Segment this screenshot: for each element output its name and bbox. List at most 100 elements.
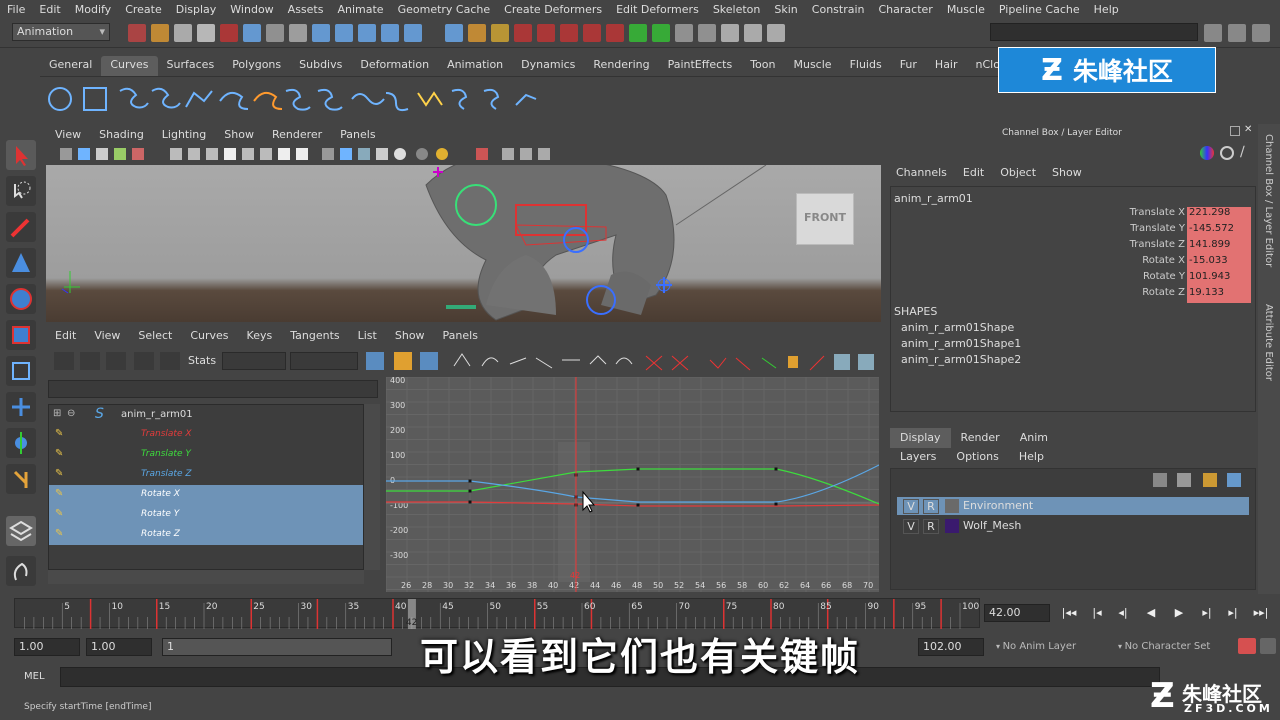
play-backward-icon[interactable]: ◀ bbox=[1140, 604, 1162, 622]
status-tool-21-icon[interactable] bbox=[606, 24, 624, 42]
status-tool-13-icon[interactable] bbox=[404, 24, 422, 42]
outliner-channel-row[interactable]: ✎ Rotate Z bbox=[49, 525, 363, 545]
move-tool-icon[interactable] bbox=[6, 248, 36, 278]
outliner-vscrollbar[interactable] bbox=[364, 404, 380, 570]
start-time-field[interactable]: 1.00 bbox=[14, 638, 80, 656]
menu-edit[interactable]: Edit bbox=[32, 3, 67, 16]
shelf-tab-deformation[interactable]: Deformation bbox=[351, 56, 438, 76]
status-tool-23-icon[interactable] bbox=[652, 24, 670, 42]
panel-toggle-3-icon[interactable] bbox=[1252, 24, 1270, 42]
viewport-menu-shading[interactable]: Shading bbox=[90, 128, 153, 144]
layer-visibility-toggle[interactable]: V bbox=[903, 499, 919, 514]
status-tool-17-icon[interactable] bbox=[514, 24, 532, 42]
menu-create-deformers[interactable]: Create Deformers bbox=[497, 3, 609, 16]
status-tool-9-icon[interactable] bbox=[312, 24, 330, 42]
viewcube[interactable]: FRONT bbox=[796, 193, 854, 245]
step-forward-key-icon[interactable]: ▸| bbox=[1222, 604, 1244, 622]
attribute-value[interactable]: -145.572 bbox=[1187, 223, 1251, 239]
shelf-tab-muscle[interactable]: Muscle bbox=[784, 56, 840, 76]
outliner-layout-icon[interactable] bbox=[6, 556, 36, 586]
auto-key-icon[interactable] bbox=[1238, 638, 1256, 654]
status-tool-22-icon[interactable] bbox=[629, 24, 647, 42]
layer-color-swatch[interactable] bbox=[945, 519, 959, 533]
shelf-tab-painteffects[interactable]: PaintEffects bbox=[659, 56, 742, 76]
graph-menu-keys[interactable]: Keys bbox=[238, 329, 282, 345]
status-tool-18-icon[interactable] bbox=[537, 24, 555, 42]
shelf-tab-fluids[interactable]: Fluids bbox=[841, 56, 891, 76]
status-tool-10-icon[interactable] bbox=[335, 24, 353, 42]
menu-skin[interactable]: Skin bbox=[767, 3, 804, 16]
menu-help[interactable]: Help bbox=[1087, 3, 1126, 16]
soft-mod-icon[interactable] bbox=[6, 392, 36, 422]
layer-tab-display[interactable]: Display bbox=[890, 428, 951, 448]
status-tool-27-icon[interactable] bbox=[744, 24, 762, 42]
status-tool-6-icon[interactable] bbox=[243, 24, 261, 42]
status-tool-2-icon[interactable] bbox=[151, 24, 169, 42]
outliner-channel-row[interactable]: ✎ Translate Y bbox=[49, 445, 363, 465]
universal-manip-icon[interactable] bbox=[6, 356, 36, 386]
graph-menu-select[interactable]: Select bbox=[129, 329, 181, 345]
last-tool-icon[interactable] bbox=[6, 464, 36, 494]
viewport-menu-show[interactable]: Show bbox=[215, 128, 263, 144]
display-icon[interactable] bbox=[1200, 146, 1214, 160]
status-tool-28-icon[interactable] bbox=[767, 24, 785, 42]
rotate-tool-icon[interactable] bbox=[6, 284, 36, 314]
step-forward-frame-icon[interactable]: ▸| bbox=[1196, 604, 1218, 622]
panel-toggle-2-icon[interactable] bbox=[1228, 24, 1246, 42]
status-tool-16-icon[interactable] bbox=[491, 24, 509, 42]
layer-reference-toggle[interactable]: R bbox=[923, 499, 939, 514]
graph-menu-tangents[interactable]: Tangents bbox=[281, 329, 348, 345]
go-to-start-icon[interactable]: |◂◂ bbox=[1058, 604, 1080, 622]
status-tool-25-icon[interactable] bbox=[698, 24, 716, 42]
viewport-menu-view[interactable]: View bbox=[46, 128, 90, 144]
go-to-end-icon[interactable]: ▸▸| bbox=[1250, 604, 1272, 622]
status-tool-26-icon[interactable] bbox=[721, 24, 739, 42]
shelf-tab-fur[interactable]: Fur bbox=[891, 56, 926, 76]
outliner-hscrollbar[interactable] bbox=[48, 570, 364, 584]
anim-layer-dropdown[interactable]: ▾ No Anim Layer bbox=[996, 641, 1076, 652]
viewport-menu-lighting[interactable]: Lighting bbox=[153, 128, 215, 144]
graph-menu-panels[interactable]: Panels bbox=[434, 329, 487, 345]
status-tool-11-icon[interactable] bbox=[358, 24, 376, 42]
layer-display-icon[interactable] bbox=[1227, 473, 1241, 487]
mode-dropdown[interactable]: Animation bbox=[12, 23, 110, 41]
lasso-tool-icon[interactable] bbox=[6, 176, 36, 206]
outliner-channel-row[interactable]: ✎ Translate X bbox=[49, 425, 363, 445]
layer-visibility-toggle[interactable]: V bbox=[903, 519, 919, 534]
menu-create[interactable]: Create bbox=[118, 3, 169, 16]
layer-menu-options[interactable]: Options bbox=[946, 448, 1008, 466]
menu-pipeline-cache[interactable]: Pipeline Cache bbox=[992, 3, 1087, 16]
new-layer-icon[interactable] bbox=[1153, 473, 1167, 487]
attribute-value[interactable]: 101.943 bbox=[1187, 271, 1251, 287]
graph-menu-show[interactable]: Show bbox=[386, 329, 434, 345]
shelf-tab-dynamics[interactable]: Dynamics bbox=[512, 56, 584, 76]
start-range-field[interactable]: 1.00 bbox=[86, 638, 152, 656]
channel-attribute-row[interactable]: Translate X 221.298 bbox=[1061, 207, 1251, 223]
channel-attribute-row[interactable]: Rotate X -15.033 bbox=[1061, 255, 1251, 271]
outliner-channel-row[interactable]: ✎ Translate Z bbox=[49, 465, 363, 485]
curve-tools-icons[interactable] bbox=[40, 77, 560, 121]
show-manip-icon[interactable] bbox=[6, 428, 36, 458]
stats-field-2[interactable] bbox=[290, 352, 358, 370]
status-tool-15-icon[interactable] bbox=[468, 24, 486, 42]
viewport-menu-renderer[interactable]: Renderer bbox=[263, 128, 331, 144]
pen-icon[interactable]: ∕ bbox=[1240, 144, 1245, 160]
side-tab-attribute-editor[interactable]: Attribute Editor bbox=[1263, 304, 1274, 381]
shelf-tab-surfaces[interactable]: Surfaces bbox=[158, 56, 224, 76]
layer-tab-anim[interactable]: Anim bbox=[1010, 428, 1058, 448]
character-set-dropdown[interactable]: ▾ No Character Set bbox=[1118, 641, 1210, 652]
play-forward-icon[interactable]: ▶ bbox=[1168, 604, 1190, 622]
menu-animate[interactable]: Animate bbox=[330, 3, 390, 16]
expand-icon[interactable]: ⊞ bbox=[53, 408, 61, 419]
status-tool-8-icon[interactable] bbox=[289, 24, 307, 42]
status-tool-1-icon[interactable] bbox=[128, 24, 146, 42]
attribute-value[interactable]: 141.899 bbox=[1187, 239, 1251, 255]
channel-box-menu-object[interactable]: Object bbox=[992, 166, 1044, 184]
status-tool-5-icon[interactable] bbox=[220, 24, 238, 42]
shape-node[interactable]: anim_r_arm01Shape bbox=[901, 321, 1014, 334]
channel-box-menu-edit[interactable]: Edit bbox=[955, 166, 992, 184]
step-back-key-icon[interactable]: |◂ bbox=[1086, 604, 1108, 622]
outliner-channel-row[interactable]: ✎ Rotate X bbox=[49, 485, 363, 505]
channel-attribute-row[interactable]: Rotate Z 19.133 bbox=[1061, 287, 1251, 303]
outliner-filter-field[interactable] bbox=[48, 380, 378, 398]
